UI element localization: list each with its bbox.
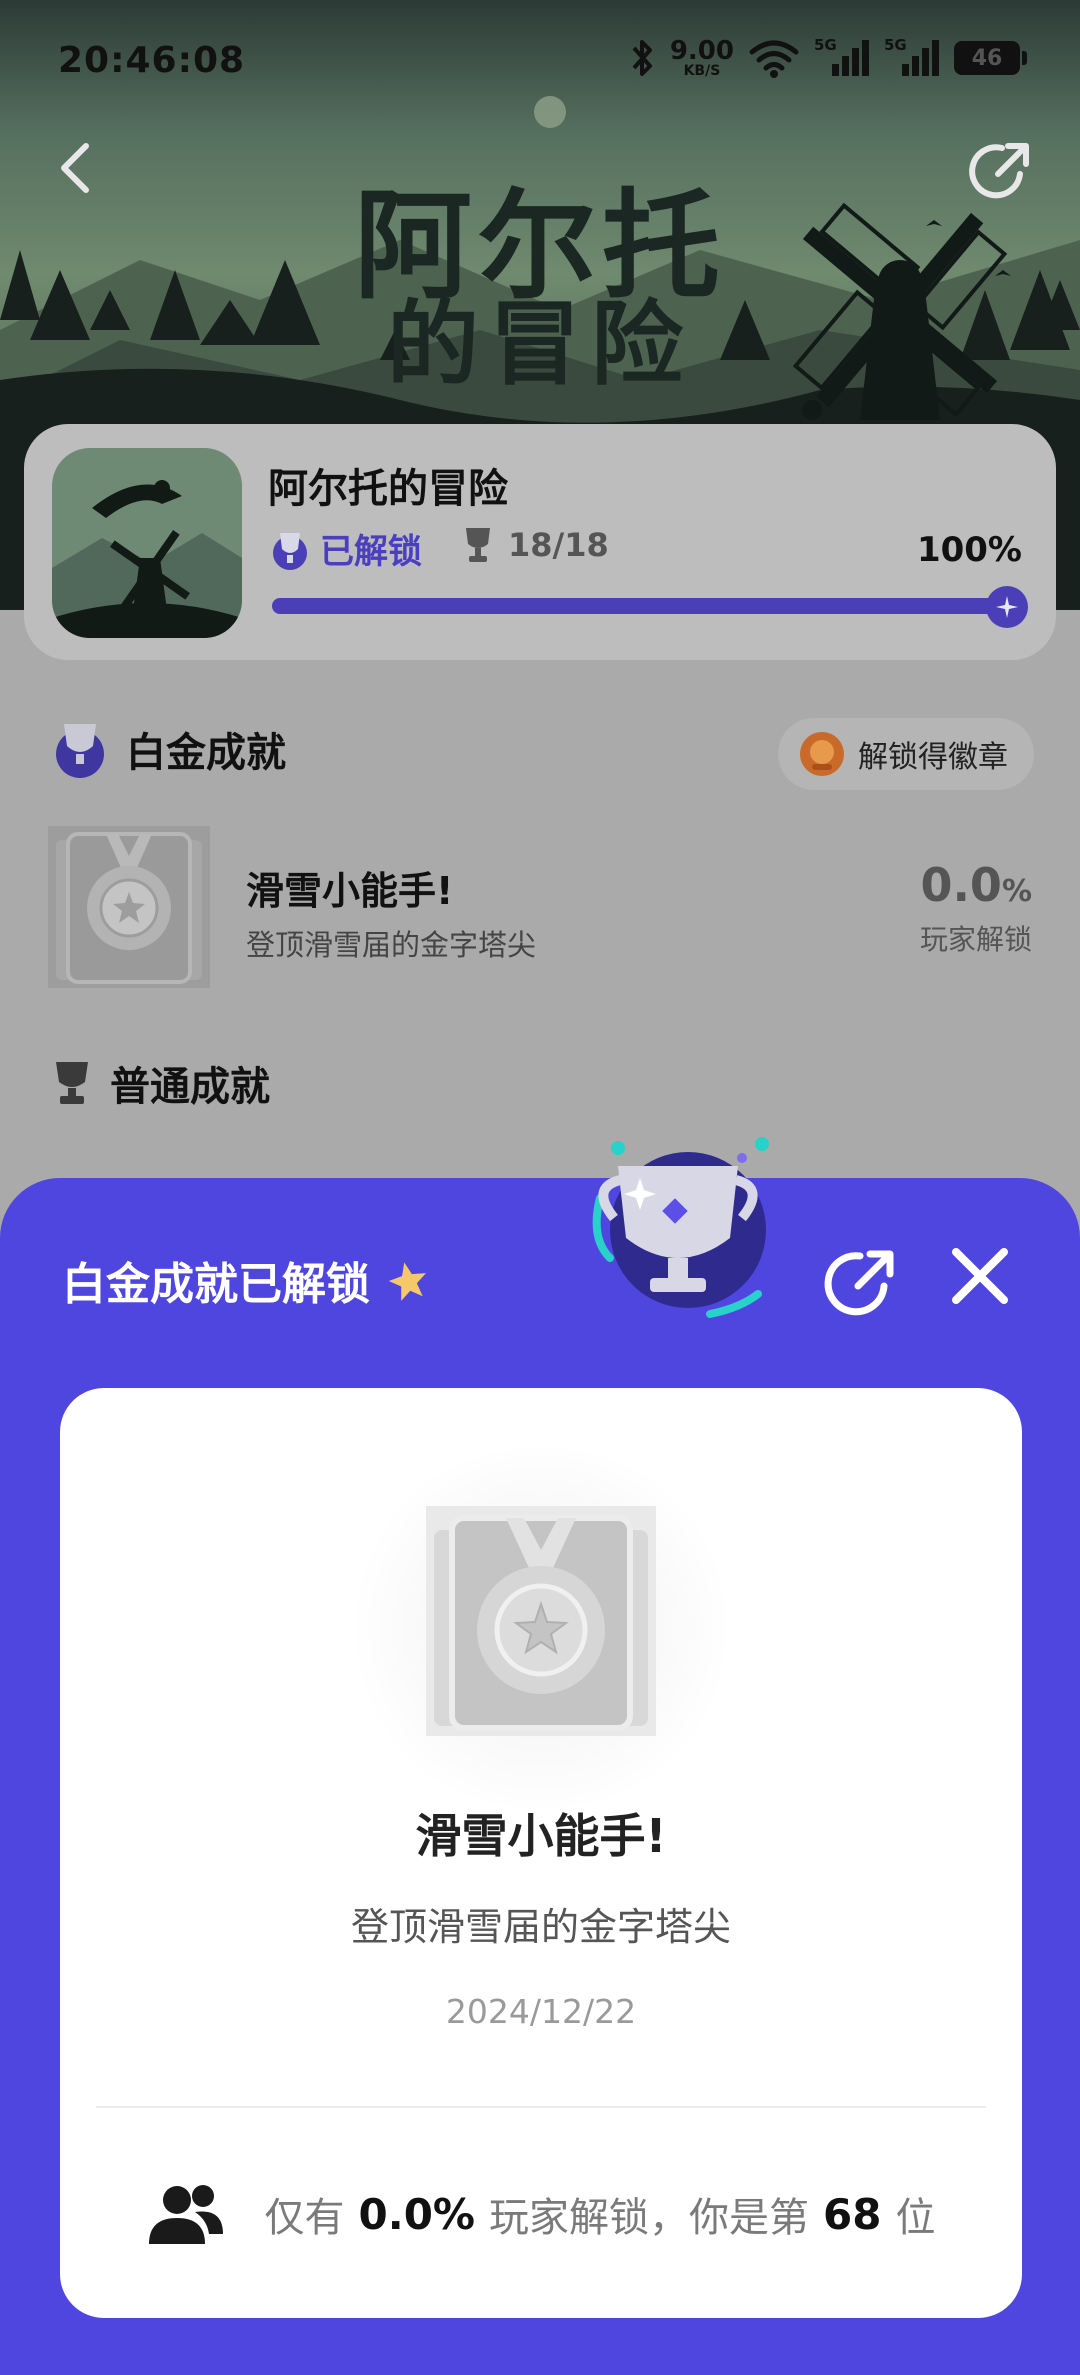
achievement-rate-unit: % (1001, 874, 1032, 909)
foot-rate: 0.0% (358, 2189, 476, 2239)
sheet-title-text: 白金成就已解锁 (62, 1259, 370, 1310)
unlocked-tag: 已解锁 (268, 524, 422, 573)
net-speed: 9.00 KB/S (670, 38, 734, 78)
trophy-count: 18/18 (462, 526, 609, 564)
achievement-unlock-rate: 0.0% 玩家解锁 (920, 858, 1032, 958)
progress-star-icon (986, 586, 1028, 628)
bluetooth-icon (632, 40, 652, 76)
unlock-rank-summary: 仅有 0.0% 玩家解锁，你是第 68 位 (60, 2182, 1022, 2246)
sheet-title: 白金成就已解锁 (62, 1248, 430, 1312)
trophy-illustration (592, 1137, 769, 1318)
badge-icon (800, 732, 844, 776)
trophy-icon (56, 1062, 88, 1104)
platinum-section-header: 白金成就 (50, 718, 286, 780)
unlock-badge-label: 解锁得徽章 (858, 740, 1008, 775)
normal-section-header: 普通成就 (50, 1054, 270, 1112)
achievement-title: 滑雪小能手! (246, 869, 454, 913)
signal-2-icon: 5G (884, 36, 940, 78)
battery-level: 46 (971, 45, 1003, 71)
game-icon[interactable] (52, 448, 242, 638)
normal-section-title: 普通成就 (110, 1064, 270, 1110)
status-icons: 9.00 KB/S 5G 5G 46 (630, 36, 1027, 78)
progress-fill (272, 598, 1010, 614)
game-name: 阿尔托的冒险 (268, 466, 508, 512)
foot-rank: 68 (823, 2189, 882, 2239)
net-speed-value: 9.00 (669, 36, 734, 66)
unlocked-label: 已解锁 (320, 532, 422, 572)
modal-achievement-title: 滑雪小能手! (415, 1809, 667, 1863)
achievement-description: 登顶滑雪届的金字塔尖 (246, 928, 537, 962)
achievement-list-item[interactable]: 滑雪小能手! 登顶滑雪届的金字塔尖 0.0% 玩家解锁 (48, 826, 1032, 990)
modal-achievement-description: 登顶滑雪届的金字塔尖 (350, 1905, 731, 1949)
achievement-unlocked-sheet: 白金成就已解锁 滑雪小能手! 登顶滑雪届的金字塔尖 2024/12/22 仅有 … (0, 1137, 1080, 2375)
unlock-badge-button[interactable]: 解锁得徽章 (778, 718, 1034, 790)
completion-percent: 100% (916, 530, 1022, 570)
sparkle-star-icon (388, 1262, 426, 1301)
achievement-rate-number: 0.0 (920, 858, 1002, 912)
signal-1-icon: 5G (814, 36, 870, 78)
completion-progress-bar (272, 586, 1028, 628)
net-speed-unit: KB/S (683, 63, 721, 79)
foot-prefix: 仅有 (264, 2195, 345, 2241)
trophy-count-value: 18/18 (508, 526, 609, 564)
platinum-trophy-icon (56, 724, 104, 778)
platinum-section-title: 白金成就 (126, 730, 286, 776)
players-icon (148, 2185, 223, 2244)
achievement-rate-label: 玩家解锁 (919, 923, 1032, 956)
platinum-trophy-icon (273, 532, 307, 570)
trophy-icon (466, 528, 490, 562)
unlock-date: 2024/12/22 (445, 1992, 637, 2031)
close-icon[interactable] (948, 1244, 1012, 1308)
foot-suffix: 位 (895, 2195, 936, 2241)
foot-middle: 玩家解锁，你是第 (489, 2195, 810, 2241)
game-summary-card: 阿尔托的冒险 已解锁 18/18 100% (24, 424, 1056, 660)
wifi-icon (749, 40, 799, 78)
status-time: 20:46:08 (58, 40, 246, 81)
status-bar: 20:46:08 9.00 KB/S 5G 5G 46 (0, 0, 1080, 120)
battery-icon: 46 (954, 41, 1027, 75)
share-icon[interactable] (820, 1242, 900, 1322)
banner-title-line2: 的冒险 (386, 291, 693, 398)
divider (96, 2106, 986, 2108)
achievement-medal-thumb (48, 826, 210, 988)
achievement-medal-icon (426, 1506, 656, 1736)
achievement-detail-card: 滑雪小能手! 登顶滑雪届的金字塔尖 2024/12/22 仅有 0.0% 玩家解… (60, 1388, 1022, 2318)
